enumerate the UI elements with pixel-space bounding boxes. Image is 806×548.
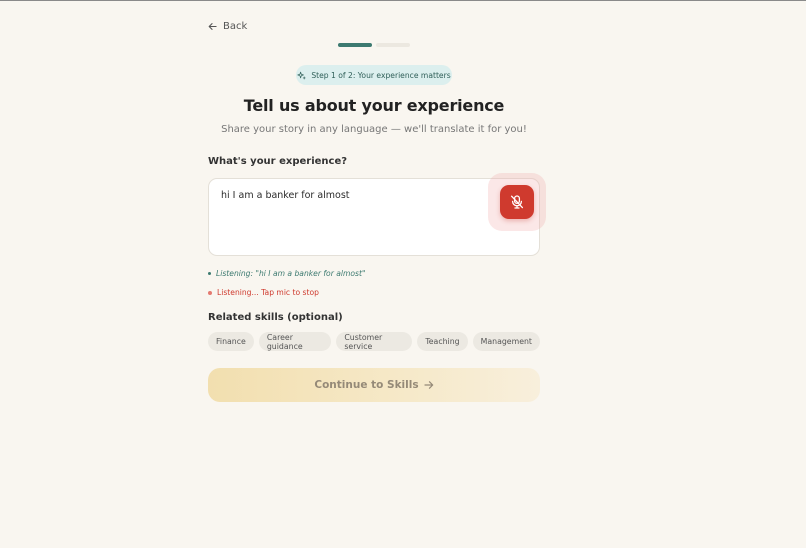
- listening-hint: Listening... Tap mic to stop: [208, 288, 319, 297]
- mic-toggle-button[interactable]: [500, 185, 534, 219]
- skill-chip-teaching[interactable]: Teaching: [417, 332, 468, 351]
- skill-chip-career-guidance[interactable]: Career guidance: [258, 332, 332, 351]
- step-badge: Step 1 of 2: Your experience matters: [296, 65, 452, 85]
- page-title: Tell us about your experience: [243, 96, 505, 115]
- listening-hint-text: Listening... Tap mic to stop: [217, 288, 319, 297]
- back-label: Back: [223, 21, 248, 32]
- skill-chip-finance[interactable]: Finance: [208, 332, 254, 351]
- progress-indicator: [338, 43, 410, 47]
- transcript-text: Listening: "hi I am a banker for almost": [216, 269, 366, 278]
- progress-step-2: [376, 43, 410, 47]
- skill-chip-customer-service[interactable]: Customer service: [336, 332, 413, 351]
- skills-label: Related skills (optional): [208, 312, 343, 323]
- status-dot: [208, 272, 211, 275]
- page-subtitle: Share your story in any language — we'll…: [221, 124, 527, 135]
- sparkle-icon: [297, 71, 306, 79]
- skill-chips: Finance Career guidance Customer service…: [208, 332, 540, 351]
- experience-label: What's your experience?: [208, 156, 348, 167]
- transcript-status: Listening: "hi I am a banker for almost": [208, 269, 365, 278]
- back-button[interactable]: Back: [208, 21, 247, 32]
- experience-textarea[interactable]: hi I am a banker for almost: [208, 173, 546, 256]
- recording-dot: [208, 290, 212, 295]
- mic-off-icon: [510, 195, 524, 209]
- progress-step-1: [338, 43, 372, 47]
- skill-chip-management[interactable]: Management: [472, 332, 540, 351]
- arrow-right-icon: [424, 381, 433, 389]
- continue-button[interactable]: Continue to Skills: [208, 368, 540, 402]
- step-badge-text: Step 1 of 2: Your experience matters: [311, 70, 451, 80]
- arrow-left-icon: [208, 23, 217, 30]
- continue-label: Continue to Skills: [314, 379, 419, 391]
- experience-text: hi I am a banker for almost: [221, 190, 350, 201]
